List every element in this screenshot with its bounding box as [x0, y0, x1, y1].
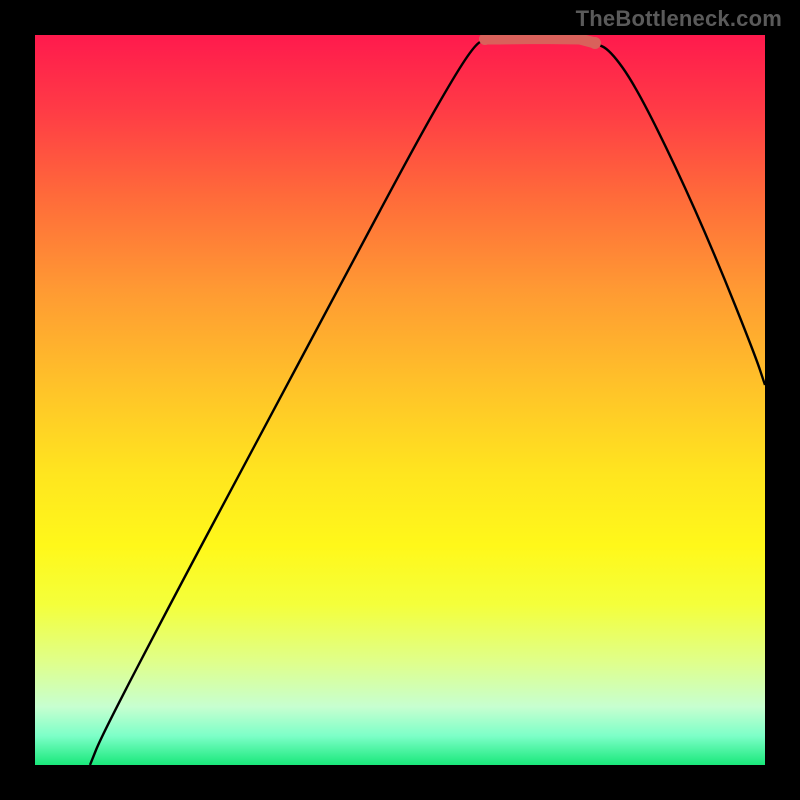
chart-frame: TheBottleneck.com [0, 0, 800, 800]
watermark-text: TheBottleneck.com [576, 6, 782, 32]
highlight-endpoint-right [589, 37, 601, 49]
plot-area [35, 35, 765, 765]
highlight-segment [485, 39, 595, 44]
main-curve [90, 39, 765, 765]
chart-svg [35, 35, 765, 765]
